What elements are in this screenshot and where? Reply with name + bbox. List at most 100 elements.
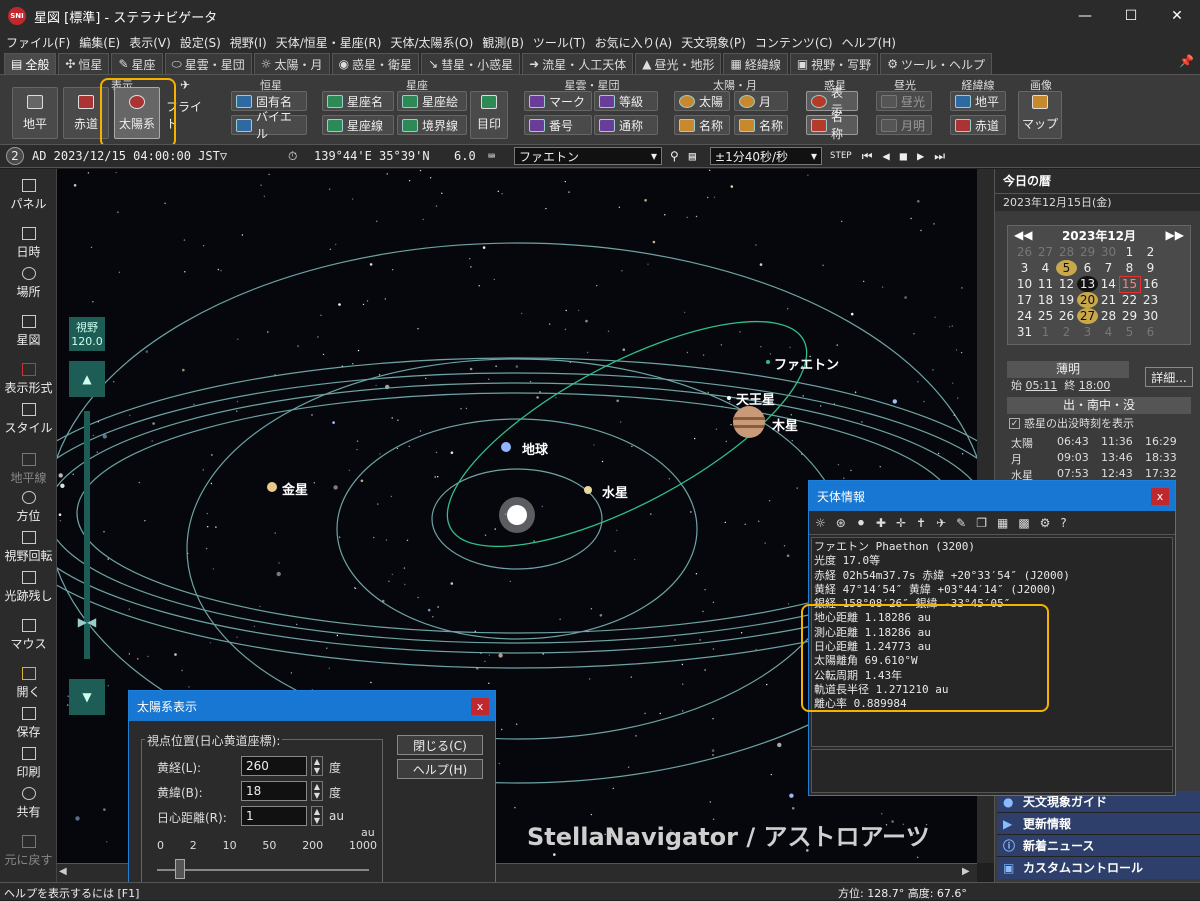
tab-sun-moon[interactable]: ☼ 太陽・月 [253, 53, 330, 74]
keyboard-icon[interactable]: ⌨ [488, 149, 508, 163]
earth-label[interactable]: 地球 [522, 439, 548, 458]
calendar-day[interactable]: 6 [1077, 260, 1098, 276]
planet-rise-checkbox[interactable]: ✓ 惑星の出没時刻を表示 [1009, 415, 1134, 431]
target-icon[interactable]: ⊛ [836, 516, 846, 530]
menu-contents[interactable]: コンテンツ(C) [755, 34, 833, 51]
constellation-line-toggle[interactable]: 星座線 [322, 115, 394, 135]
calendar-day[interactable]: 26 [1056, 308, 1077, 324]
clock-icon[interactable]: ⏱ [288, 149, 306, 164]
tab-daylight[interactable]: ▲ 昼光・地形 [635, 53, 722, 74]
list-icon[interactable]: ▤ [689, 149, 696, 163]
calendar-day-today[interactable]: 15 [1118, 275, 1141, 293]
calendar-day[interactable]: 29 [1077, 244, 1098, 260]
calendar-day[interactable]: 11 [1035, 276, 1056, 292]
nebula-common-toggle[interactable]: 通称 [594, 115, 658, 135]
next-month-icon[interactable]: ▶▶ [1166, 228, 1184, 242]
tab-general[interactable]: ▤ 全般 [4, 53, 57, 74]
calendar-day[interactable]: 5 [1119, 324, 1140, 340]
calendar-day[interactable]: 28 [1056, 244, 1077, 260]
calendar-day-full-moon[interactable]: 27 [1077, 308, 1098, 324]
limit-magnitude[interactable]: 6.0 [454, 149, 488, 163]
zoom-in-button[interactable]: ▲ [69, 361, 105, 397]
tab-grid[interactable]: ▦ 経緯線 [723, 53, 788, 74]
calendar-day[interactable]: 14 [1098, 276, 1119, 292]
jupiter-label[interactable]: 木星 [772, 415, 798, 434]
scroll-left-icon[interactable]: ◀ [59, 866, 67, 877]
lon-spinner[interactable]: ▲ ▼ [311, 756, 323, 776]
datetime-display[interactable]: AD 2023/12/15 04:00:00 JST▽ [32, 149, 302, 163]
distance-slider-track[interactable] [157, 869, 369, 871]
twilight-end[interactable]: 18:00 [1079, 379, 1111, 392]
trail-button[interactable]: 光跡残し [0, 571, 57, 604]
tab-comet[interactable]: ↘ 彗星・小惑星 [421, 53, 521, 74]
lon-input[interactable]: 260 [241, 756, 307, 776]
calendar-day[interactable]: 21 [1098, 292, 1119, 308]
distance-slider-thumb[interactable] [175, 859, 185, 879]
target-search-combo[interactable]: ファエトン ▾ [514, 147, 662, 165]
custom-control-link[interactable]: ▣ カスタムコントロール [997, 857, 1200, 879]
calendar-day[interactable]: 30 [1140, 308, 1161, 324]
menu-help[interactable]: ヘルプ(H) [842, 34, 896, 51]
pin-icon[interactable]: 📌 [1179, 54, 1194, 68]
horizon-view-button[interactable]: 地平 [12, 87, 58, 139]
venus-label[interactable]: 金星 [282, 479, 308, 498]
rotate-view-button[interactable]: 視野回転 [0, 531, 57, 564]
step-icon[interactable]: STEP [830, 151, 852, 161]
undo-button[interactable]: 元に戻す [0, 835, 57, 868]
calendar-day[interactable]: 10 [1014, 276, 1035, 292]
bayer-toggle[interactable]: バイエル [231, 110, 307, 141]
crosshair-icon[interactable]: ✚ [876, 516, 886, 530]
tab-tools[interactable]: ⚙ ツール・ヘルプ [880, 53, 992, 74]
tab-nebula[interactable]: ⬭ 星雲・星団 [164, 53, 252, 74]
info-notes-area[interactable] [811, 749, 1173, 793]
crosshair-plus-icon[interactable]: ✛ [896, 516, 906, 530]
tab-field[interactable]: ▣ 視野・写野 [789, 53, 879, 74]
close-window-button[interactable]: ✕ [1154, 0, 1200, 32]
calendar-day[interactable]: 3 [1077, 324, 1098, 340]
close-icon[interactable]: x [471, 698, 489, 715]
detail-button[interactable]: 詳細... [1145, 367, 1193, 387]
coins-icon[interactable]: ⚫ [856, 516, 866, 530]
menu-file[interactable]: ファイル(F) [6, 34, 70, 51]
target-mark-toggle[interactable]: 目印 [470, 91, 508, 139]
menu-settings[interactable]: 設定(S) [180, 34, 221, 51]
calendar-day[interactable]: 4 [1098, 324, 1119, 340]
menu-observe[interactable]: 観測(B) [482, 34, 524, 51]
alt-az-grid-toggle[interactable]: 地平 [950, 91, 1006, 111]
close-icon[interactable]: x [1151, 488, 1169, 505]
tab-constellation[interactable]: ✎ 星座 [111, 53, 163, 74]
calendar-day[interactable]: 3 [1014, 260, 1035, 276]
calendar-day[interactable]: 24 [1014, 308, 1035, 324]
sun-toggle[interactable]: 太陽 [674, 91, 730, 111]
flight-icon[interactable]: ✈ [936, 516, 946, 530]
sun-name-toggle[interactable]: 名称 [674, 115, 730, 135]
dist-spinner[interactable]: ▲ ▼ [311, 806, 323, 826]
menu-edit[interactable]: 編集(E) [79, 34, 120, 51]
scroll-right-icon[interactable]: ▶ [962, 866, 970, 877]
window-icon[interactable]: ❐ [976, 516, 987, 530]
time-step-combo[interactable]: ±1分40秒/秒 ▾ [710, 147, 823, 165]
play-back-icon[interactable]: ◀ [883, 149, 890, 163]
calendar-day[interactable]: 1 [1119, 244, 1140, 260]
menu-view[interactable]: 表示(V) [129, 34, 171, 51]
close-button[interactable]: 閉じる(C) [397, 735, 483, 755]
location-button[interactable]: 場所 [0, 267, 57, 300]
calendar-day[interactable]: 18 [1035, 292, 1056, 308]
calendar-day[interactable]: 29 [1119, 308, 1140, 324]
moon-name-toggle[interactable]: 名称 [734, 115, 788, 135]
help-button[interactable]: ヘルプ(H) [397, 759, 483, 779]
calendar-day-new-moon[interactable]: 13 [1077, 276, 1098, 292]
calendar-day[interactable]: 4 [1035, 260, 1056, 276]
tab-meteor[interactable]: ➜ 流星・人工天体 [522, 53, 634, 74]
prev-month-icon[interactable]: ◀◀ [1014, 228, 1032, 242]
news-link[interactable]: ⓘ 新着ニュース [997, 835, 1200, 857]
planet-name-toggle[interactable]: 名称 [806, 110, 858, 141]
zoom-slider-thumb[interactable]: ▶◀ [69, 615, 105, 633]
nebula-magnitude-toggle[interactable]: 等級 [594, 91, 658, 111]
calendar-day[interactable]: 31 [1014, 324, 1035, 340]
updates-link[interactable]: ▶ 更新情報 [997, 813, 1200, 835]
phaethon-label[interactable]: ファエトン [774, 354, 839, 373]
direction-button[interactable]: 方位 [0, 491, 57, 524]
calendar-day[interactable]: 7 [1098, 260, 1119, 276]
skip-forward-icon[interactable]: ⏭ [934, 149, 945, 164]
